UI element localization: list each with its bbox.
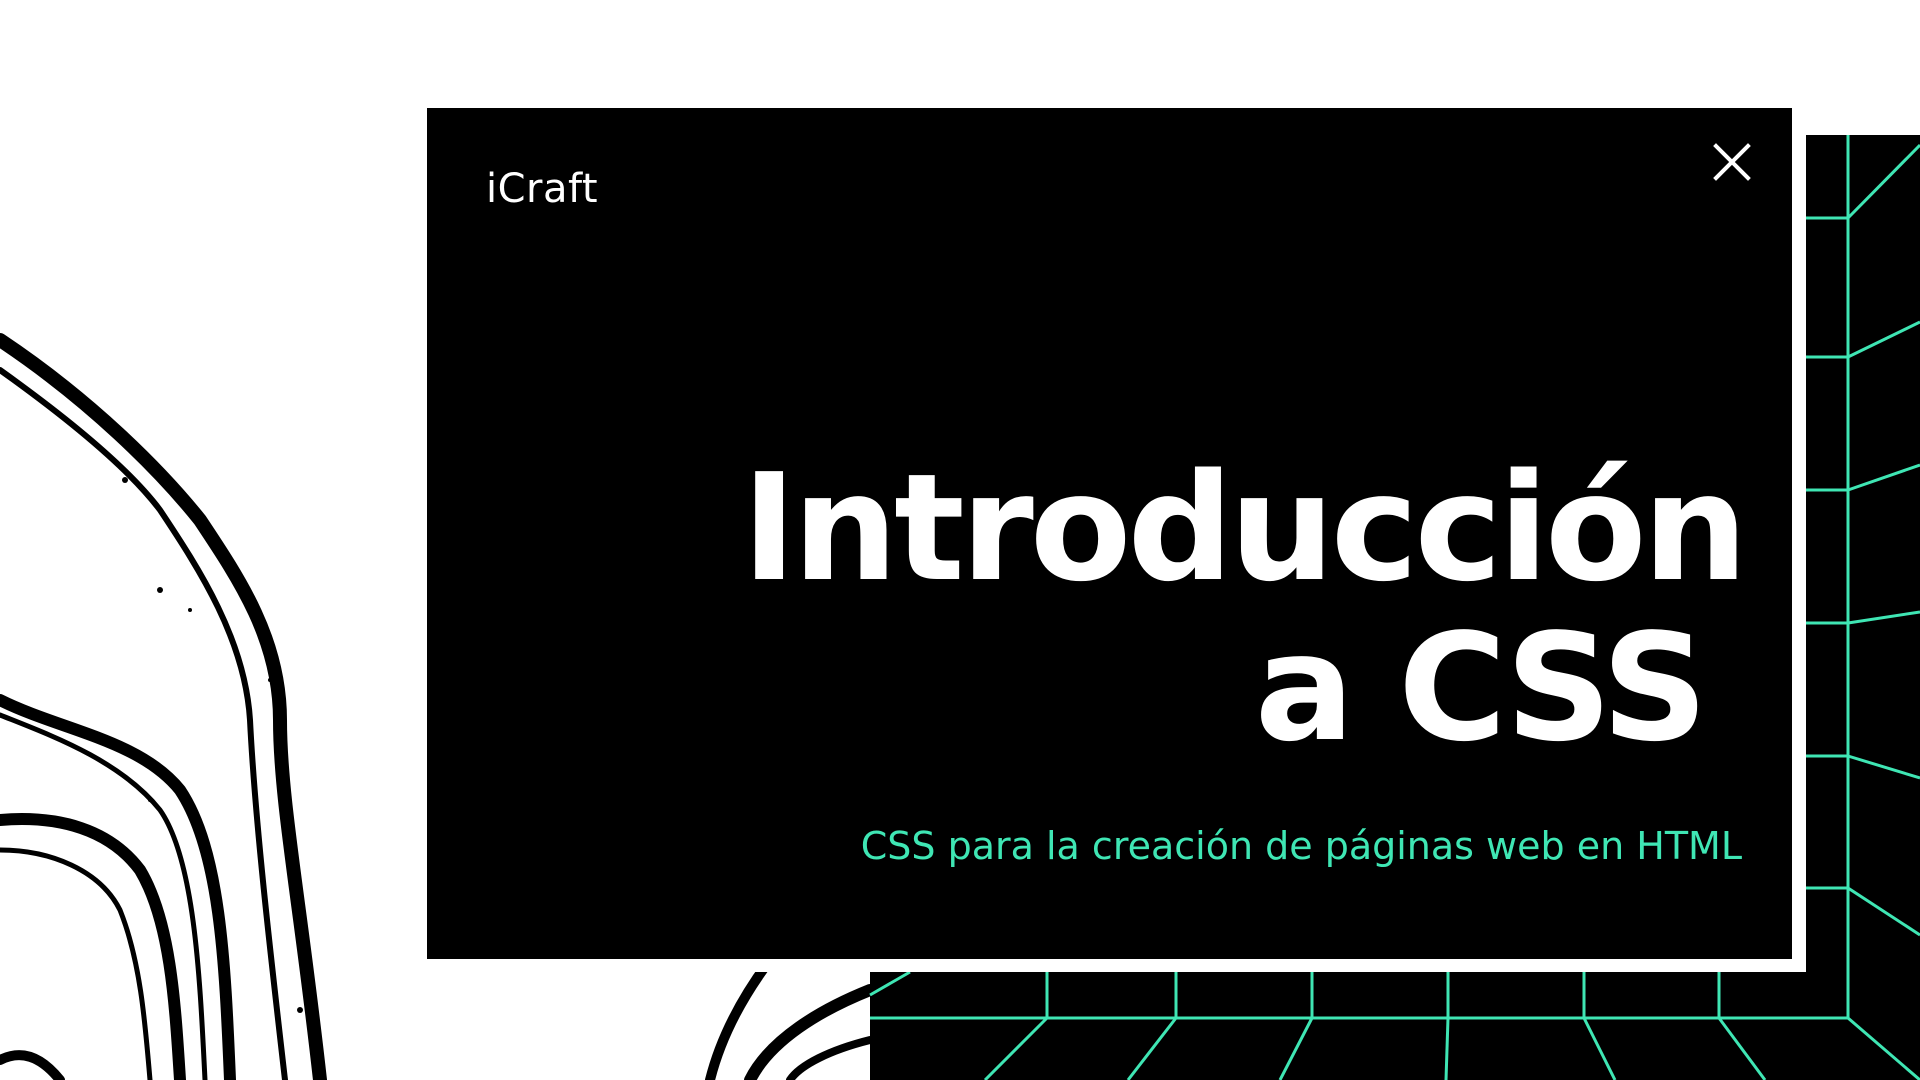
slide-stage: iCraft Introducción a CSS CSS para la cr… [0,0,1920,1080]
slide-subtitle: CSS para la creación de páginas web en H… [860,824,1742,868]
close-icon [1713,143,1751,181]
title-line-1: Introducción [741,442,1748,614]
brand-logo: iCraft [486,166,599,212]
title-line-2: a CSS [1254,602,1708,774]
title-card: iCraft Introducción a CSS CSS para la cr… [427,108,1792,959]
slide-title: Introducción a CSS [544,442,1748,774]
close-button[interactable] [1708,138,1756,186]
